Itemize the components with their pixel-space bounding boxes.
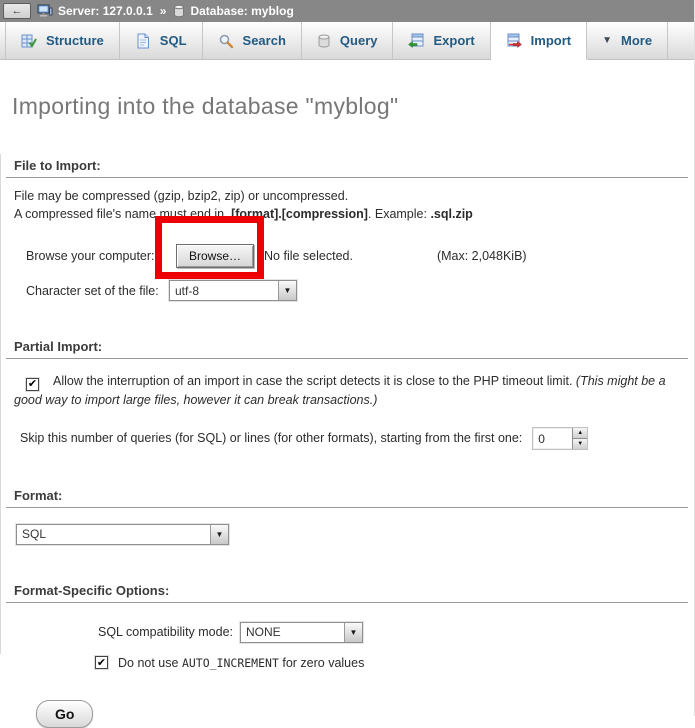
- spinner-down-icon[interactable]: ▼: [573, 439, 587, 449]
- line2-prefix: A compressed file's name must end in: [14, 207, 228, 221]
- tab-structure-label: Structure: [46, 33, 104, 48]
- skip-queries-spinner[interactable]: ▲ ▼: [572, 428, 587, 449]
- check-icon: ✔: [28, 375, 37, 393]
- go-button[interactable]: Go: [36, 700, 93, 728]
- tab-sql[interactable]: SQL: [120, 22, 203, 59]
- tab-export-label: Export: [433, 33, 474, 48]
- compression-info-line1: File may be compressed (gzip, bzip2, zip…: [14, 188, 688, 205]
- charset-select[interactable]: utf-8 ▼: [169, 280, 297, 301]
- sql-icon: [135, 33, 151, 49]
- structure-icon: [21, 33, 37, 49]
- line2-mid: . Example:: [368, 207, 431, 221]
- browse-button[interactable]: Browse…: [176, 244, 254, 268]
- server-icon: [37, 4, 53, 18]
- spinner-up-icon[interactable]: ▲: [573, 428, 587, 439]
- search-icon: [218, 33, 234, 49]
- section-format: Format:: [6, 488, 688, 508]
- format-select[interactable]: SQL ▼: [16, 524, 229, 545]
- back-arrow-icon: ←: [12, 5, 23, 17]
- more-chevron-icon: ▼: [602, 35, 612, 46]
- check-icon: ✔: [97, 656, 106, 669]
- tab-query-label: Query: [340, 33, 378, 48]
- database-icon: [173, 4, 185, 18]
- zero-label-code: AUTO_INCREMENT: [182, 656, 279, 670]
- tab-search-label: Search: [243, 33, 286, 48]
- sql-compatibility-row: SQL compatibility mode: NONE ▼: [98, 622, 688, 643]
- allow-interruption-label: Allow the interruption of an import in c…: [53, 374, 576, 388]
- zero-values-label: Do not use AUTO_INCREMENT for zero value…: [118, 656, 364, 670]
- tab-structure[interactable]: Structure: [5, 22, 120, 59]
- charset-dropdown-arrow-icon: ▼: [278, 281, 296, 300]
- compat-dropdown-arrow-icon: ▼: [344, 623, 362, 642]
- allow-interruption-checkbox[interactable]: ✔: [26, 378, 39, 391]
- breadcrumb-database-label: Database: myblog: [190, 4, 293, 18]
- back-button[interactable]: ←: [3, 3, 31, 19]
- format-select-value: SQL: [17, 527, 210, 541]
- skip-queries-input[interactable]: 0 ▲ ▼: [532, 427, 588, 450]
- zero-label-suffix: for zero values: [279, 656, 364, 670]
- import-icon: [506, 33, 522, 49]
- line2-example-token: .sql.zip: [430, 207, 472, 221]
- charset-select-value: utf-8: [170, 284, 278, 298]
- sql-compatibility-select[interactable]: NONE ▼: [240, 622, 363, 643]
- section-file-to-import: File to Import:: [6, 158, 688, 178]
- tab-import[interactable]: Import: [491, 22, 587, 60]
- tab-sql-label: SQL: [160, 33, 187, 48]
- skip-queries-label: Skip this number of queries (for SQL) or…: [20, 431, 522, 445]
- query-icon: [317, 33, 331, 49]
- tab-import-label: Import: [531, 33, 571, 48]
- breadcrumb-bar: ← Server: 127.0.0.1 » Database: myblog: [0, 0, 694, 22]
- tab-bar: Structure SQL Search Query: [0, 22, 694, 60]
- tab-search[interactable]: Search: [203, 22, 302, 59]
- breadcrumb-server[interactable]: Server: 127.0.0.1: [37, 4, 153, 18]
- browse-label: Browse your computer:: [26, 249, 176, 263]
- breadcrumb-separator: »: [160, 4, 167, 18]
- allow-interruption-row: ✔ Allow the interruption of an import in …: [14, 372, 688, 409]
- main-content: Importing into the database "myblog" Fil…: [0, 93, 694, 728]
- line2-format-token: .[format].[compression]: [228, 207, 368, 221]
- zero-values-checkbox[interactable]: ✔: [95, 656, 108, 669]
- skip-queries-value: 0: [533, 428, 572, 449]
- charset-label: Character set of the file:: [26, 284, 169, 298]
- sql-compatibility-label: SQL compatibility mode:: [98, 625, 233, 639]
- format-dropdown-arrow-icon: ▼: [210, 525, 228, 544]
- tab-more-label: More: [621, 33, 652, 48]
- no-file-selected-text: No file selected.: [264, 249, 353, 263]
- tab-export[interactable]: Export: [393, 22, 490, 59]
- max-size-note: (Max: 2,048KiB): [437, 249, 527, 263]
- section-partial-import: Partial Import:: [6, 339, 688, 359]
- page-title: Importing into the database "myblog": [12, 93, 688, 120]
- breadcrumb-database[interactable]: Database: myblog: [173, 4, 293, 18]
- breadcrumb-server-label: Server: 127.0.0.1: [58, 4, 153, 18]
- zero-label-prefix: Do not use: [118, 656, 182, 670]
- browse-row: Browse your computer: Browse… No file se…: [26, 244, 688, 268]
- tab-more[interactable]: ▼ More: [587, 22, 668, 59]
- export-icon: [408, 33, 424, 49]
- skip-queries-row: Skip this number of queries (for SQL) or…: [20, 427, 688, 450]
- zero-values-row: ✔ Do not use AUTO_INCREMENT for zero val…: [95, 656, 688, 670]
- tab-query[interactable]: Query: [302, 22, 394, 59]
- panel-left-border: [0, 154, 1, 654]
- sql-compatibility-value: NONE: [241, 625, 344, 639]
- charset-row: Character set of the file: utf-8 ▼: [26, 280, 688, 301]
- section-format-options: Format-Specific Options:: [6, 583, 688, 603]
- compression-info-line2: A compressed file's name must end in .[f…: [14, 206, 688, 223]
